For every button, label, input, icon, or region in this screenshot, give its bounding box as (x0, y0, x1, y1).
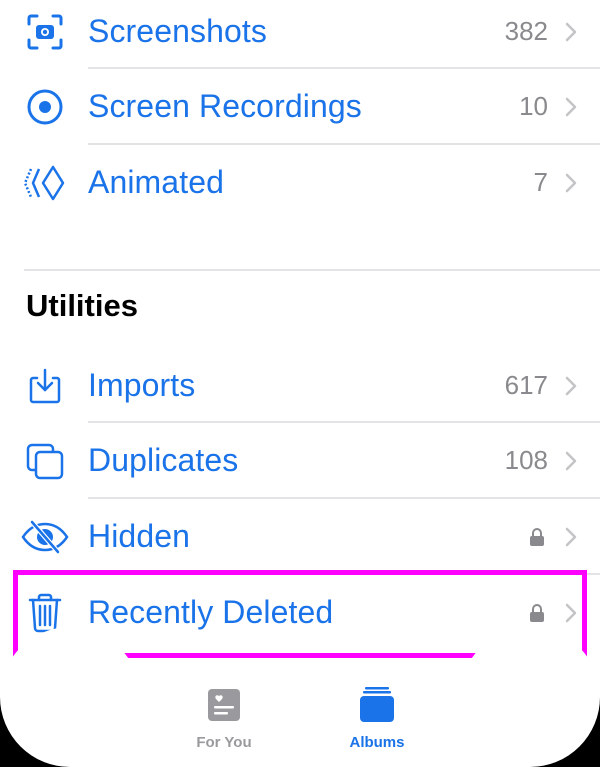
utility-label: Imports (88, 367, 196, 403)
utility-count: 108 (504, 445, 548, 475)
for-you-icon (199, 682, 249, 728)
utility-row-recently-deleted[interactable]: Recently Deleted (0, 575, 600, 650)
album-row-animated[interactable]: Animated 7 (0, 145, 600, 220)
album-count: 10 (519, 91, 548, 121)
chevron-right-icon (565, 451, 577, 470)
animated-icon (20, 158, 70, 208)
eye-slash-icon (20, 512, 70, 562)
section-title-utilities: Utilities (26, 288, 138, 323)
duplicates-icon (20, 436, 70, 486)
photo-library-icon (48, 682, 98, 728)
tab-albums[interactable]: Albums (322, 670, 432, 760)
utility-row-hidden[interactable]: Hidden (0, 499, 600, 574)
photos-albums-screen: Screenshots 382 Screen Recordings 10 Ani… (0, 0, 600, 767)
chevron-right-icon (565, 376, 577, 395)
tab-label: For You (196, 734, 252, 751)
album-count: 7 (533, 167, 548, 197)
utility-row-duplicates[interactable]: Duplicates 108 (0, 423, 600, 498)
tab-search[interactable]: Search (473, 670, 583, 760)
import-icon (20, 361, 70, 411)
tab-library[interactable]: Library (18, 670, 128, 760)
tab-label: Albums (349, 734, 405, 751)
tab-bar: Library For You Albums Search (0, 670, 600, 767)
screen-recording-icon (20, 82, 70, 132)
albums-icon (352, 682, 402, 728)
chevron-right-icon (565, 603, 577, 622)
screenshot-icon (20, 7, 70, 57)
utility-count: 617 (504, 370, 548, 400)
utility-label: Hidden (88, 518, 191, 554)
chevron-right-icon (565, 22, 577, 41)
utility-label: Recently Deleted (88, 594, 334, 630)
album-row-screenshots[interactable]: Screenshots 382 (0, 0, 600, 69)
album-row-screen-recordings[interactable]: Screen Recordings 10 (0, 69, 600, 144)
utility-row-imports[interactable]: Imports 617 (0, 348, 600, 423)
album-label: Screenshots (88, 13, 267, 49)
chevron-right-icon (565, 527, 577, 546)
album-label: Screen Recordings (88, 88, 362, 124)
trash-icon (20, 588, 70, 638)
chevron-right-icon (565, 97, 577, 116)
search-icon (503, 682, 553, 728)
section-divider (24, 269, 600, 271)
chevron-right-icon (565, 173, 577, 192)
album-count: 382 (504, 16, 548, 46)
tab-label: Search (502, 734, 554, 751)
utility-label: Duplicates (88, 442, 239, 478)
tab-for-you[interactable]: For You (169, 670, 279, 760)
tab-label: Library (47, 734, 99, 751)
album-label: Animated (88, 164, 224, 200)
lock-icon (530, 603, 544, 622)
lock-icon (530, 527, 544, 546)
